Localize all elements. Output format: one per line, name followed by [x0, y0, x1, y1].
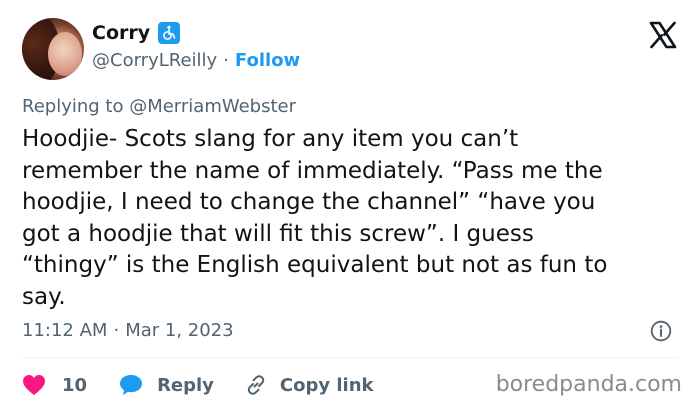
- divider: [22, 357, 678, 358]
- wheelchair-icon: [158, 22, 181, 44]
- like-count: 10: [62, 374, 88, 396]
- avatar[interactable]: [22, 18, 84, 80]
- avatar-face: [48, 32, 82, 76]
- tweet-text: Hoodjie- Scots slang for any item you ca…: [22, 126, 608, 310]
- author-name-row: Corry: [92, 22, 181, 44]
- like-button[interactable]: 10: [22, 374, 87, 396]
- author-handle[interactable]: @CorryLReilly: [92, 50, 217, 71]
- separator-dot: ·: [223, 50, 229, 71]
- x-logo-icon[interactable]: [648, 20, 678, 50]
- watermark: boredpanda.com: [495, 372, 682, 397]
- tweet-date: Mar 1, 2023: [125, 320, 234, 341]
- reply-button[interactable]: Reply: [119, 374, 214, 396]
- link-icon: [247, 375, 265, 395]
- author-name[interactable]: Corry: [92, 22, 150, 44]
- separator-dot: ·: [113, 320, 120, 341]
- speech-bubble-icon: [120, 375, 143, 395]
- author-handle-row: @CorryLReilly · Follow: [92, 50, 300, 71]
- tweet-time: 11:12 AM: [22, 320, 108, 341]
- action-bar: 10 Reply Copy link: [22, 372, 374, 398]
- reply-label: Reply: [157, 374, 214, 396]
- follow-button[interactable]: Follow: [235, 50, 300, 71]
- copy-link-button[interactable]: Copy link: [244, 373, 374, 397]
- copy-link-label: Copy link: [279, 374, 374, 396]
- tweet-card: Corry @CorryLReilly · Follow Replying to…: [0, 0, 700, 410]
- tweet-timestamp[interactable]: 11:12 AM · Mar 1, 2023: [22, 320, 234, 341]
- heart-icon: [23, 375, 45, 395]
- info-icon[interactable]: [650, 320, 672, 342]
- replying-to-label: Replying to @MerriamWebster: [22, 96, 297, 117]
